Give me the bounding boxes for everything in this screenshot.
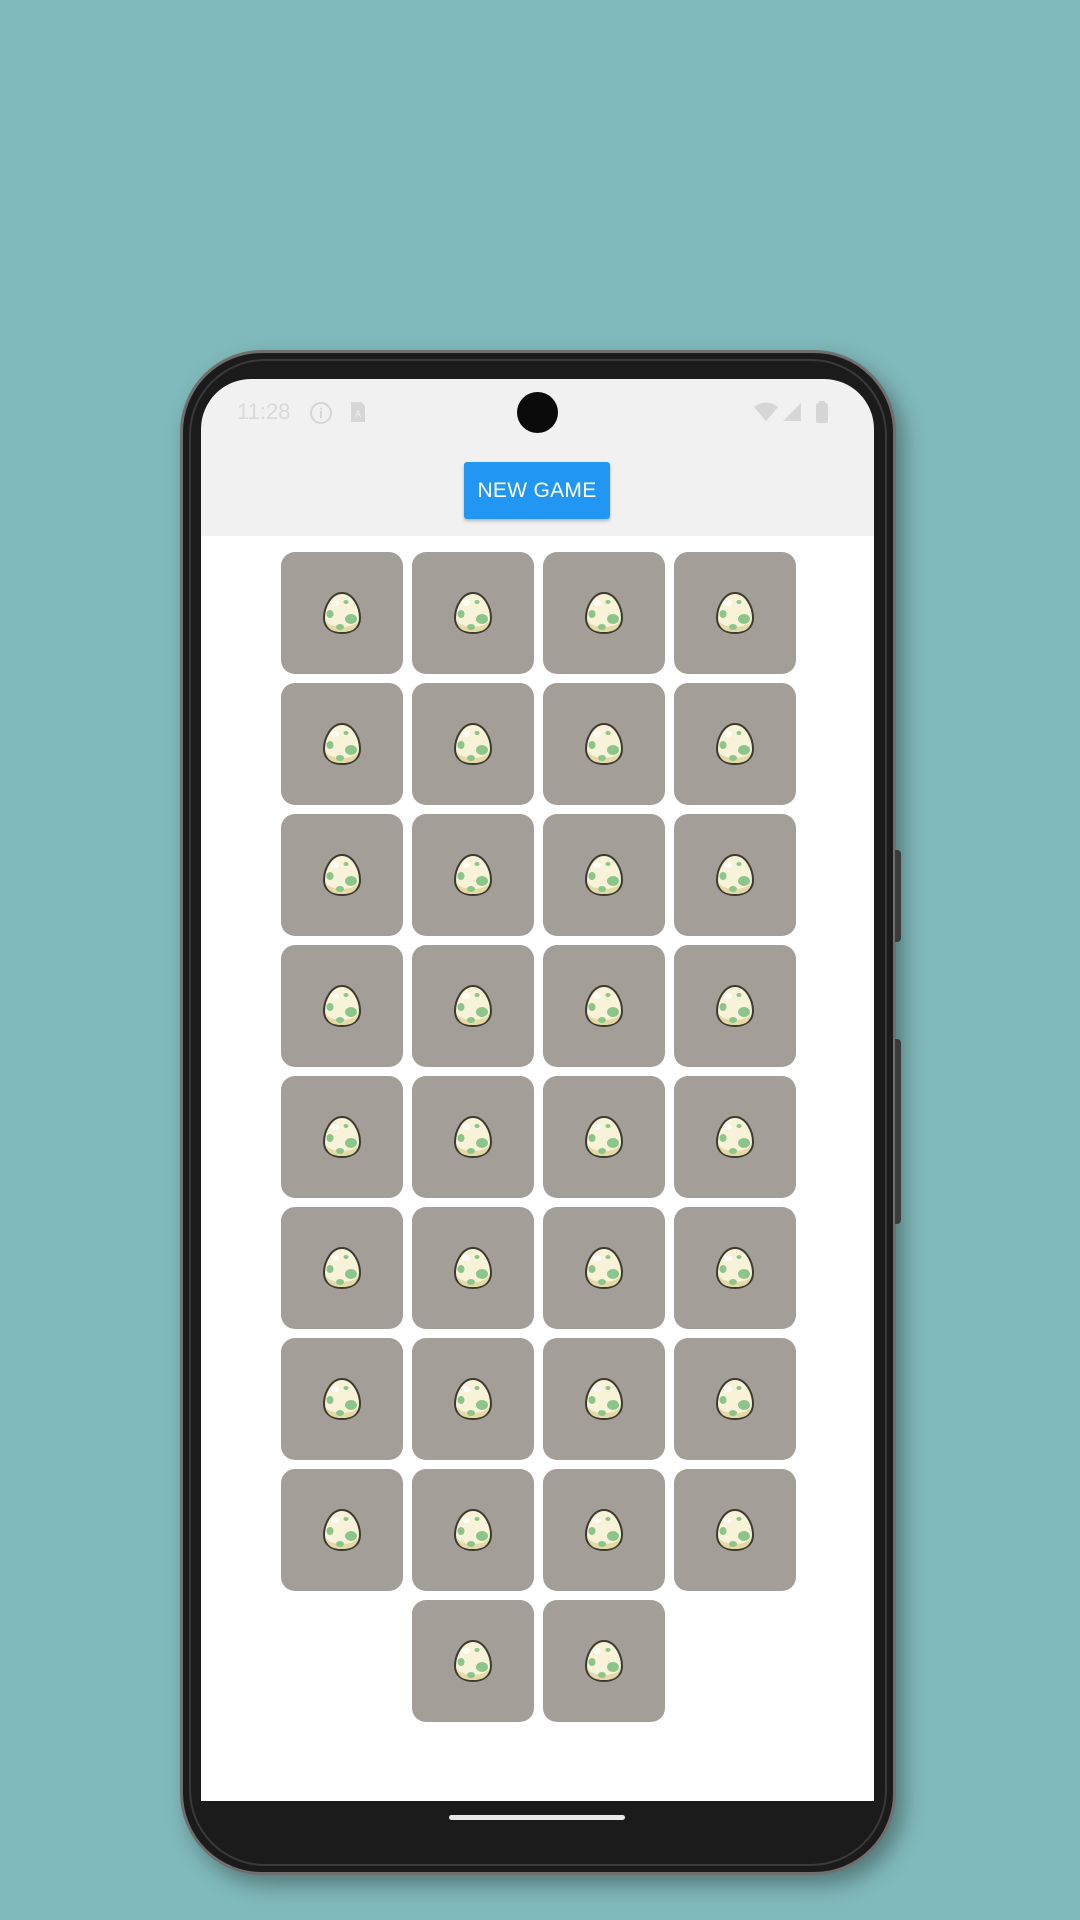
status-bar: 11:28 A (201, 379, 874, 449)
egg-icon (453, 1508, 493, 1552)
egg-icon (715, 1377, 755, 1421)
egg-icon (584, 1639, 624, 1683)
memory-card[interactable] (673, 1338, 796, 1460)
memory-card[interactable] (542, 1469, 665, 1591)
memory-card[interactable] (411, 945, 534, 1067)
memory-card[interactable] (411, 1207, 534, 1329)
egg-icon (584, 591, 624, 635)
egg-icon (322, 1508, 362, 1552)
egg-icon (715, 984, 755, 1028)
egg-icon (584, 1508, 624, 1552)
memory-card[interactable] (673, 683, 796, 805)
egg-icon (715, 722, 755, 766)
memory-card[interactable] (673, 945, 796, 1067)
memory-card[interactable] (280, 945, 403, 1067)
memory-card[interactable] (673, 1207, 796, 1329)
egg-icon (584, 1377, 624, 1421)
memory-card[interactable] (673, 1469, 796, 1591)
front-camera (517, 392, 558, 433)
memory-card[interactable] (411, 683, 534, 805)
egg-icon (584, 722, 624, 766)
memory-card[interactable] (673, 552, 796, 674)
memory-card[interactable] (411, 1469, 534, 1591)
wifi-icon (753, 401, 779, 429)
memory-card[interactable] (542, 945, 665, 1067)
egg-icon (322, 1115, 362, 1159)
memory-card[interactable] (280, 552, 403, 674)
egg-icon (453, 853, 493, 897)
egg-icon (584, 984, 624, 1028)
volume-button (895, 1039, 901, 1224)
egg-icon (715, 1246, 755, 1290)
memory-card[interactable] (542, 1600, 665, 1722)
memory-card[interactable] (411, 1076, 534, 1198)
memory-card[interactable] (411, 1600, 534, 1722)
memory-card[interactable] (411, 814, 534, 936)
memory-card[interactable] (542, 1338, 665, 1460)
egg-icon (715, 853, 755, 897)
memory-card[interactable] (280, 683, 403, 805)
egg-icon (715, 591, 755, 635)
status-time: 11:28 (237, 399, 291, 424)
card-grid (280, 552, 796, 1722)
sim-icon: A (349, 401, 367, 429)
egg-icon (453, 984, 493, 1028)
egg-icon (715, 1508, 755, 1552)
memory-card[interactable] (542, 1076, 665, 1198)
egg-icon (584, 853, 624, 897)
egg-icon (322, 984, 362, 1028)
signal-icon (781, 401, 803, 429)
new-game-button[interactable]: NEW GAME (464, 462, 610, 519)
info-icon (309, 401, 333, 431)
memory-card[interactable] (542, 552, 665, 674)
egg-icon (322, 722, 362, 766)
egg-icon (453, 1115, 493, 1159)
memory-card[interactable] (542, 1207, 665, 1329)
egg-icon (715, 1115, 755, 1159)
egg-icon (453, 1246, 493, 1290)
memory-card[interactable] (411, 1338, 534, 1460)
egg-icon (584, 1246, 624, 1290)
card-board (201, 536, 874, 1801)
egg-icon (453, 1377, 493, 1421)
memory-card[interactable] (673, 814, 796, 936)
egg-icon (453, 591, 493, 635)
memory-card[interactable] (673, 1076, 796, 1198)
egg-icon (322, 853, 362, 897)
home-indicator[interactable] (449, 1815, 625, 1820)
egg-icon (453, 1639, 493, 1683)
memory-card[interactable] (542, 683, 665, 805)
device-screen: 11:28 A NEW GAME (201, 379, 874, 1801)
memory-card[interactable] (280, 1469, 403, 1591)
memory-card[interactable] (411, 552, 534, 674)
egg-icon (322, 1246, 362, 1290)
egg-icon (322, 591, 362, 635)
svg-text:A: A (355, 409, 361, 419)
memory-card[interactable] (280, 1076, 403, 1198)
memory-card[interactable] (280, 1207, 403, 1329)
egg-icon (453, 722, 493, 766)
egg-icon (322, 1377, 362, 1421)
memory-card[interactable] (280, 814, 403, 936)
memory-card[interactable] (542, 814, 665, 936)
app-header: 11:28 A NEW GAME (201, 379, 874, 536)
memory-card[interactable] (280, 1338, 403, 1460)
battery-icon (815, 401, 829, 429)
power-button (895, 850, 901, 942)
egg-icon (584, 1115, 624, 1159)
